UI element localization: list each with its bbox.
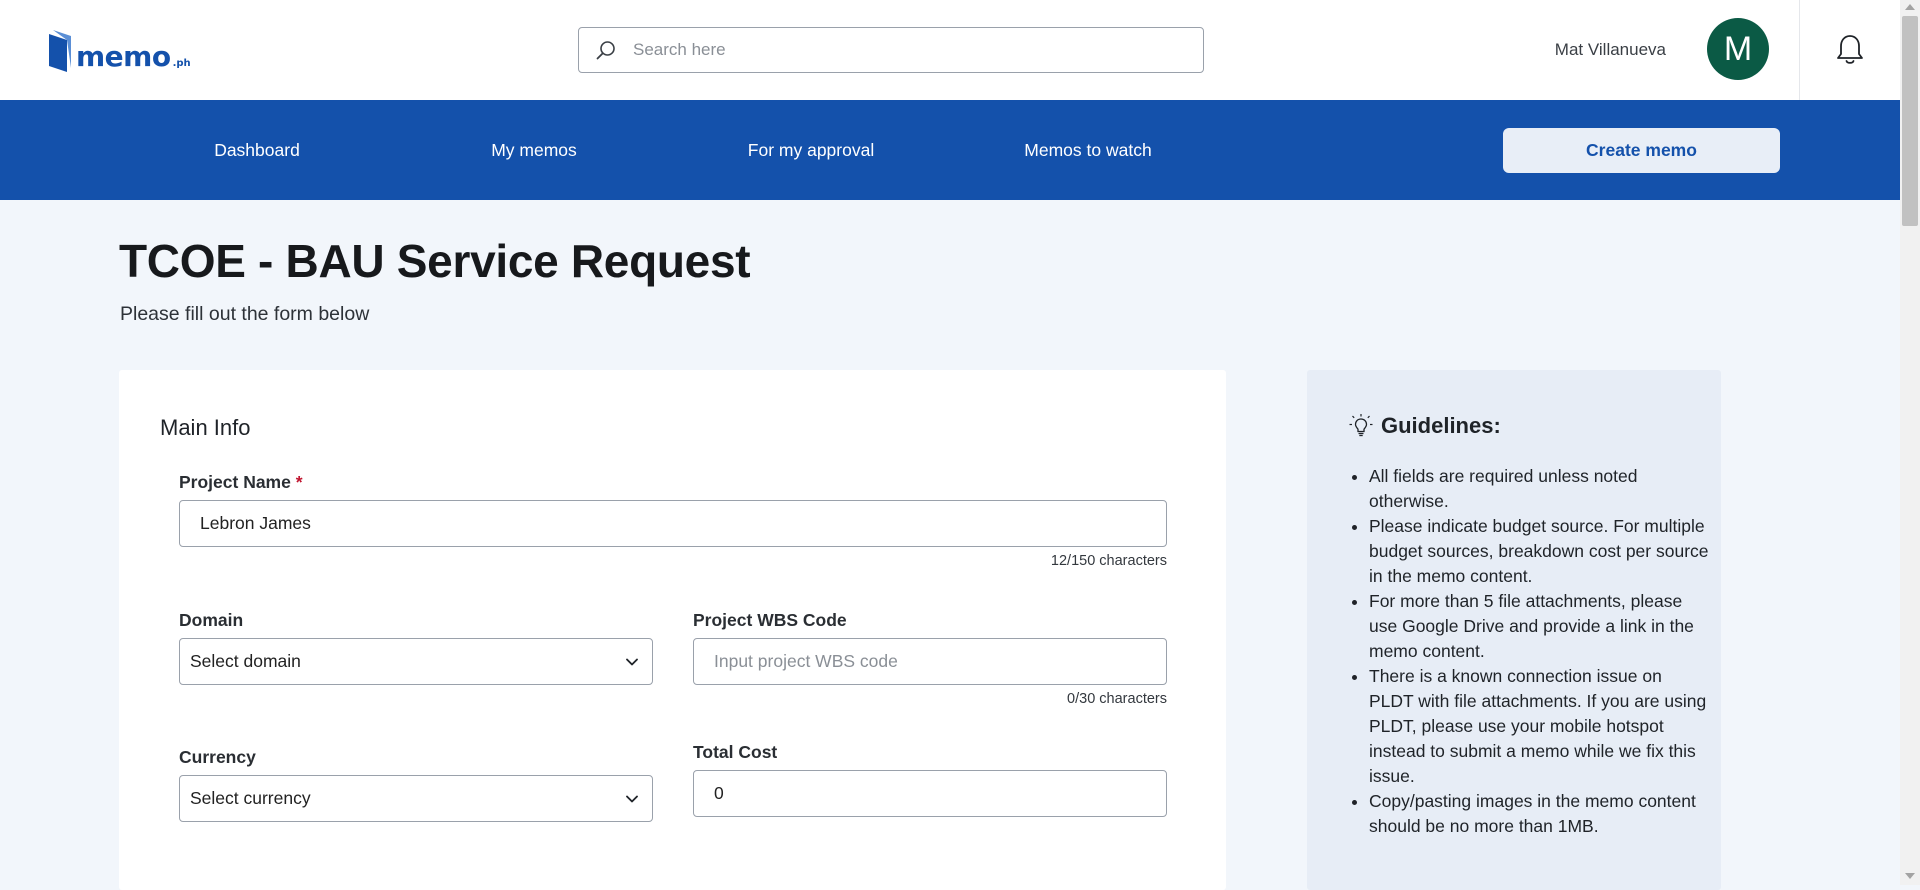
create-memo-button[interactable]: Create memo	[1503, 128, 1780, 173]
wbs-code-label: Project WBS Code	[693, 610, 847, 630]
guidelines-panel: All fields are required unless noted oth…	[1307, 370, 1721, 890]
guideline-item: All fields are required unless noted oth…	[1369, 464, 1709, 514]
wbs-code-input[interactable]	[694, 651, 1166, 672]
memo-book-icon	[49, 30, 71, 72]
domain-select-value: Select domain	[190, 651, 301, 671]
guideline-item: There is a known connection issue on PLD…	[1369, 664, 1709, 789]
guideline-item: Copy/pasting images in the memo content …	[1369, 789, 1709, 839]
page-title: TCOE - BAU Service Request	[119, 235, 751, 287]
avatar[interactable]: M	[1707, 18, 1769, 80]
currency-select[interactable]: Select currency	[179, 775, 653, 822]
section-title: Main Info	[160, 415, 251, 440]
currency-label: Currency	[179, 747, 256, 767]
project-name-label: Project Name *	[179, 472, 303, 493]
guideline-item: For more than 5 file attachments, please…	[1369, 589, 1709, 664]
scrollbar-thumb[interactable]	[1902, 16, 1918, 226]
main-nav: Dashboard My memos For my approval Memos…	[0, 100, 1900, 200]
scroll-up-arrow-icon[interactable]	[1905, 4, 1915, 10]
nav-for-my-approval[interactable]: For my approval	[737, 100, 885, 200]
total-cost-field[interactable]	[693, 770, 1167, 817]
chevron-down-icon	[626, 795, 638, 802]
nav-dashboard[interactable]: Dashboard	[207, 100, 307, 200]
project-name-label-text: Project Name	[179, 472, 291, 492]
currency-select-value: Select currency	[190, 788, 311, 808]
nav-memos-to-watch[interactable]: Memos to watch	[1014, 100, 1162, 200]
search-bar[interactable]	[578, 27, 1204, 73]
top-header: memo .ph Mat Villanueva M	[0, 0, 1900, 101]
required-mark: *	[295, 472, 303, 492]
logo-suffix: .ph	[172, 58, 191, 69]
guidelines-header: Guidelines:	[1347, 412, 1501, 440]
guidelines-title: Guidelines:	[1381, 413, 1501, 438]
project-name-input[interactable]	[180, 513, 1166, 534]
search-input[interactable]	[631, 39, 1175, 61]
nav-my-memos[interactable]: My memos	[484, 100, 584, 200]
total-cost-input[interactable]	[694, 783, 1166, 804]
chevron-down-icon	[626, 658, 638, 665]
project-name-field[interactable]	[179, 500, 1167, 547]
domain-select[interactable]: Select domain	[179, 638, 653, 685]
logo-text: memo	[76, 40, 171, 73]
scroll-down-arrow-icon[interactable]	[1905, 873, 1915, 879]
page-subtitle: Please fill out the form below	[120, 303, 370, 325]
wbs-code-field[interactable]	[693, 638, 1167, 685]
domain-label: Domain	[179, 610, 244, 630]
bell-icon[interactable]	[1833, 33, 1867, 67]
memo-logo[interactable]: memo .ph	[49, 30, 191, 72]
user-name[interactable]: Mat Villanueva	[1555, 40, 1666, 60]
wbs-code-counter: 0/30 characters	[1067, 691, 1167, 707]
guideline-item: Please indicate budget source. For multi…	[1369, 514, 1709, 589]
header-divider	[1799, 0, 1800, 100]
search-icon	[596, 41, 615, 60]
lightbulb-icon	[1349, 414, 1373, 437]
total-cost-label: Total Cost	[693, 742, 778, 762]
project-name-counter: 12/150 characters	[1050, 553, 1167, 569]
guidelines-list: All fields are required unless noted oth…	[1349, 464, 1709, 839]
